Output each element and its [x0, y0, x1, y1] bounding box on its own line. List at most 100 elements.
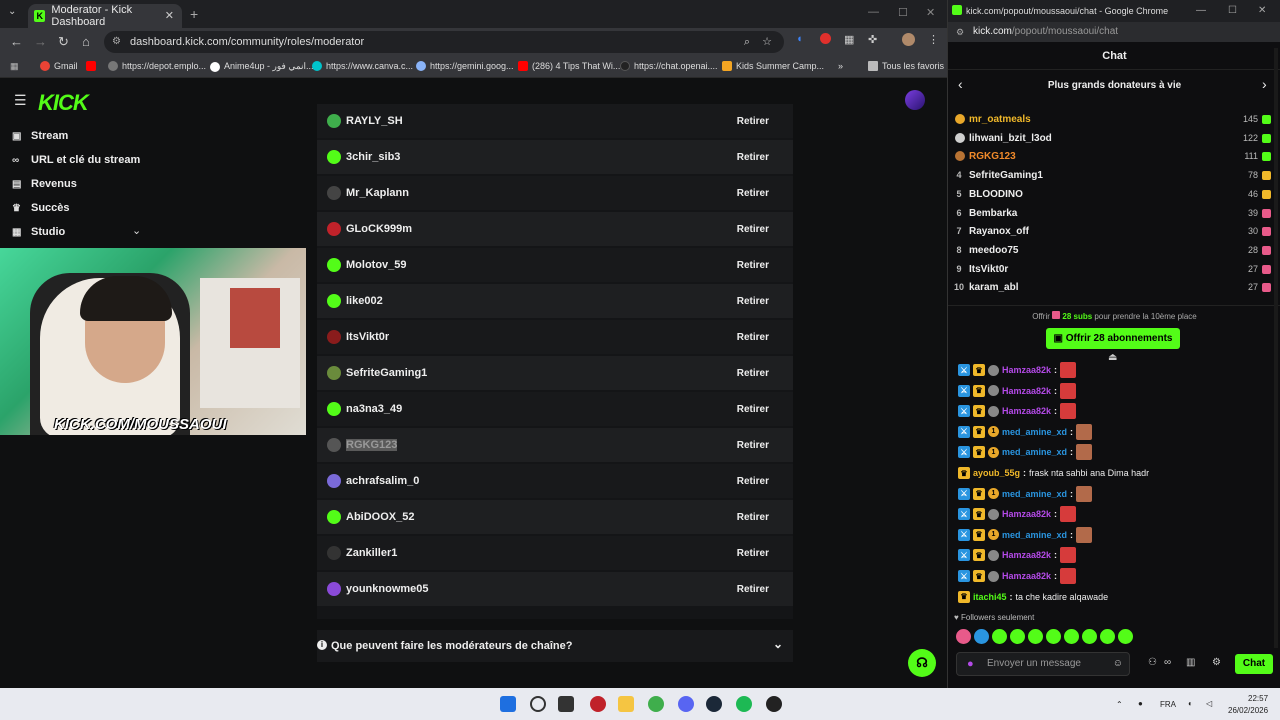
emote-icon[interactable] [1064, 629, 1079, 644]
emote-icon[interactable] [1100, 629, 1115, 644]
microphone-tray-icon[interactable]: ● [1138, 699, 1143, 708]
all-bookmarks[interactable]: Tous les favoris [868, 61, 944, 71]
link-icon[interactable]: ∞ [1164, 657, 1171, 668]
minimize-icon[interactable]: — [868, 6, 879, 18]
maximize-icon[interactable]: ☐ [898, 6, 908, 19]
windows-start-icon[interactable] [500, 696, 516, 712]
new-tab-icon[interactable]: + [190, 6, 198, 22]
leaderboard-username[interactable]: BLOODINO [969, 189, 1023, 200]
close-window-icon[interactable]: ✕ [1258, 0, 1266, 22]
help-headset-button[interactable]: ☊ [908, 649, 936, 677]
network-icon[interactable]: ◐ [1188, 699, 1193, 708]
spotify-icon[interactable] [736, 696, 752, 712]
users-icon[interactable]: ⚇ [1148, 657, 1157, 668]
leaderboard-username[interactable]: RGKG123 [969, 151, 1016, 162]
extensions-puzzle-icon[interactable]: ✜ [868, 33, 877, 46]
discord-icon[interactable] [678, 696, 694, 712]
remove-moderator-button[interactable]: Retirer [737, 440, 769, 451]
hamburger-menu-icon[interactable]: ☰ [14, 92, 27, 109]
store-icon[interactable]: ▥ [1186, 657, 1195, 668]
chrome-icon[interactable] [648, 696, 664, 712]
remove-moderator-button[interactable]: Retirer [737, 260, 769, 271]
bookmark-item-0[interactable]: Gmail [40, 61, 78, 71]
address-bar[interactable]: ⚙ dashboard.kick.com/community/roles/mod… [104, 31, 784, 53]
remove-moderator-button[interactable]: Retirer [737, 512, 769, 523]
clock-time[interactable]: 22:57 [1248, 694, 1268, 703]
bookmark-item-6[interactable]: (286) 4 Tips That Wi... [518, 61, 620, 71]
bookmark-item-1[interactable] [86, 61, 96, 71]
remove-moderator-button[interactable]: Retirer [737, 476, 769, 487]
sidebar-item-studio[interactable]: ▦ Studio [12, 226, 65, 238]
microphone-icon[interactable]: ● [967, 653, 974, 675]
app-icon[interactable] [590, 696, 606, 712]
home-icon[interactable]: ⌂ [82, 34, 90, 49]
leaderboard-username[interactable]: karam_abl [969, 282, 1018, 293]
emote-icon[interactable] [1118, 629, 1133, 644]
site-info-icon[interactable]: ⚙ [112, 31, 121, 53]
chevron-right-icon[interactable]: › [1262, 76, 1267, 92]
site-info-icon[interactable]: ⚙ [956, 22, 964, 42]
obs-icon[interactable] [766, 696, 782, 712]
gift-subs-button[interactable]: ▣ Offrir 28 abonnements [1046, 328, 1180, 349]
chat-message-input[interactable]: ● Envoyer un message ☺ [956, 652, 1130, 676]
leaderboard-username[interactable]: lihwani_bzit_l3od [969, 133, 1052, 144]
chat-username[interactable]: Hamzaa82k [1002, 365, 1051, 375]
leaderboard-row[interactable]: 9 ItsVikt0r 27 [954, 261, 1274, 279]
remove-moderator-button[interactable]: Retirer [737, 224, 769, 235]
remove-moderator-button[interactable]: Retirer [737, 404, 769, 415]
popout-address-bar[interactable]: ⚙ kick.com/popout/moussaoui/chat [948, 22, 1280, 42]
scrollbar[interactable] [1274, 48, 1278, 648]
chat-send-button[interactable]: Chat [1235, 654, 1273, 674]
leaderboard-row[interactable]: RGKG123 111 [954, 148, 1274, 166]
chat-username[interactable]: itachi45 [973, 592, 1007, 602]
bookmark-star-icon[interactable]: ☆ [762, 31, 772, 53]
profile-avatar[interactable] [902, 33, 915, 46]
forward-icon[interactable]: → [34, 34, 47, 49]
remove-moderator-button[interactable]: Retirer [737, 584, 769, 595]
emote-icon[interactable] [956, 629, 971, 644]
bookmarks-overflow-icon[interactable]: » [838, 61, 843, 71]
apps-grid-icon[interactable]: ▦ [10, 61, 19, 72]
remove-moderator-button[interactable]: Retirer [737, 368, 769, 379]
chat-username[interactable]: Hamzaa82k [1002, 406, 1051, 416]
language-indicator[interactable]: FRA [1160, 700, 1176, 709]
leaderboard-username[interactable]: Rayanox_off [969, 226, 1029, 237]
leaderboard-username[interactable]: Bembarka [969, 208, 1017, 219]
leaderboard-row[interactable]: lihwani_bzit_l3od 122 [954, 130, 1274, 148]
reload-icon[interactable]: ↻ [58, 34, 69, 50]
steam-icon[interactable] [706, 696, 722, 712]
chat-username[interactable]: med_amine_xd [1002, 447, 1067, 457]
bookmark-item-7[interactable]: https://chat.openai.... [620, 61, 718, 71]
settings-gear-icon[interactable]: ⚙ [1212, 657, 1221, 668]
zoom-icon[interactable]: ⌕ [744, 31, 750, 53]
remove-moderator-button[interactable]: Retirer [737, 548, 769, 559]
search-icon[interactable] [530, 696, 546, 712]
volume-icon[interactable]: ◁ [1206, 699, 1212, 708]
chat-username[interactable]: Hamzaa82k [1002, 571, 1051, 581]
maximize-icon[interactable]: ☐ [1228, 0, 1237, 22]
bookmark-item-3[interactable]: Anime4up - انمي فور... [210, 61, 314, 72]
bookmark-item-2[interactable]: https://depot.emplo... [108, 61, 206, 71]
kick-logo[interactable]: KICK [38, 90, 89, 116]
chat-username[interactable]: Hamzaa82k [1002, 509, 1051, 519]
emote-icon[interactable] [1046, 629, 1061, 644]
leaderboard-username[interactable]: ItsVikt0r [969, 264, 1008, 275]
bookmark-item-4[interactable]: https://www.canva.c... [312, 61, 413, 71]
remove-moderator-button[interactable]: Retirer [737, 188, 769, 199]
leaderboard-username[interactable]: SefriteGaming1 [969, 170, 1043, 181]
chat-username[interactable]: Hamzaa82k [1002, 550, 1051, 560]
faq-accordion[interactable]: i Que peuvent faire les modérateurs de c… [317, 630, 793, 662]
browser-menu-icon[interactable]: ⋮ [928, 33, 939, 46]
bookmark-item-8[interactable]: Kids Summer Camp... [722, 61, 824, 71]
chevron-down-icon[interactable]: ⌄ [773, 637, 783, 651]
tab-close-icon[interactable]: ✕ [165, 9, 174, 22]
emote-icon[interactable] [1082, 629, 1097, 644]
leaderboard-row[interactable]: 6 Bembarka 39 [954, 205, 1274, 223]
bookmark-item-5[interactable]: https://gemini.goog... [416, 61, 514, 71]
emote-icon[interactable] [1028, 629, 1043, 644]
leaderboard-row[interactable]: mr_oatmeals 145 [954, 111, 1274, 129]
leaderboard-row[interactable]: 5 BLOODINO 46 [954, 186, 1274, 204]
collapse-icon[interactable]: ⏏ [1108, 352, 1117, 363]
minimize-icon[interactable]: — [1196, 0, 1206, 22]
remove-moderator-button[interactable]: Retirer [737, 296, 769, 307]
